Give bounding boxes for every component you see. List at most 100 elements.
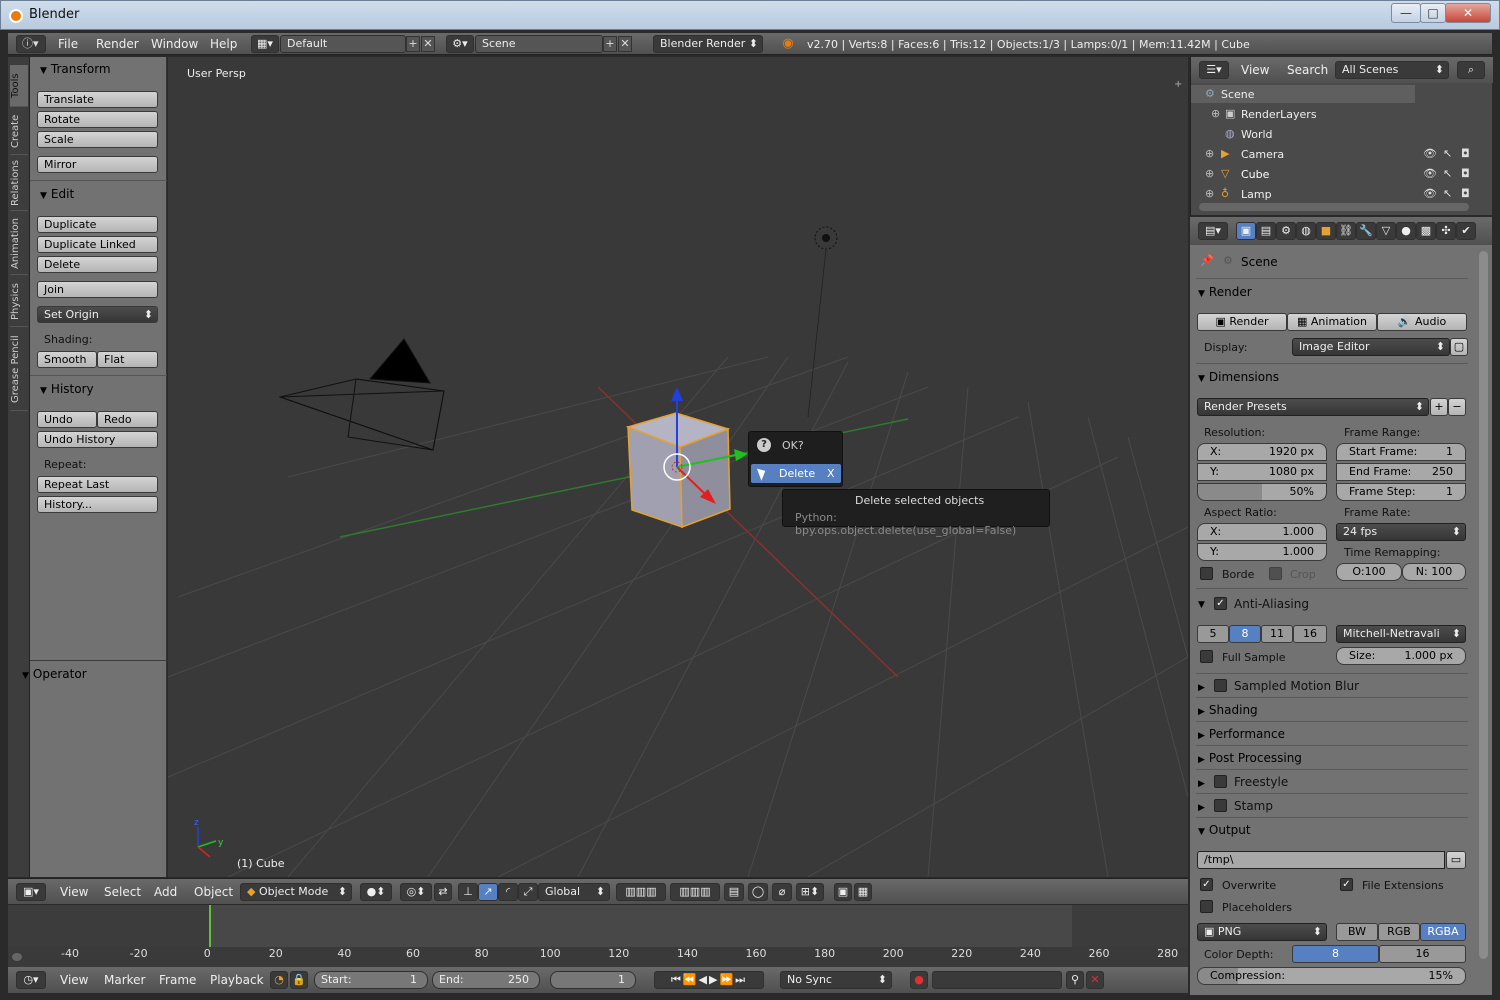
remove-scene-icon[interactable]: ✕ bbox=[618, 36, 632, 52]
outliner-row-lamp[interactable]: ⊕ ♁ Lamp 👁 ↖ ◘ bbox=[1191, 185, 1477, 201]
shading-panel-header[interactable]: ▶ Shading bbox=[1198, 703, 1258, 717]
menu-render[interactable]: Render bbox=[96, 37, 139, 51]
visibility-eye-icon[interactable]: 👁 bbox=[1423, 187, 1437, 200]
aa-panel-header[interactable]: ▼ bbox=[1198, 596, 1209, 610]
tab-tools[interactable]: Tools bbox=[10, 65, 28, 107]
editor-type-outliner-icon[interactable]: ☰▾ bbox=[1199, 61, 1229, 79]
redo-button[interactable]: Redo bbox=[97, 411, 158, 428]
outliner-row-camera[interactable]: ⊕ ▶ Camera 👁 ↖ ◘ bbox=[1191, 145, 1477, 163]
snap-toggle-icon[interactable]: ⌀ bbox=[772, 883, 792, 901]
scale-button[interactable]: Scale bbox=[37, 131, 158, 148]
add-scene-icon[interactable]: + bbox=[603, 36, 617, 52]
dimensions-panel-header[interactable]: ▼ Dimensions bbox=[1198, 370, 1279, 384]
lock-layers-icon[interactable]: ▤ bbox=[724, 883, 744, 901]
expand-icon[interactable]: ⊕ bbox=[1205, 147, 1214, 160]
remove-preset-icon[interactable]: − bbox=[1448, 398, 1466, 416]
scene-selector-icon[interactable]: ⚙▾ bbox=[446, 35, 474, 53]
outliner-row-cube[interactable]: ⊕ ▽ Cube 👁 ↖ ◘ bbox=[1191, 165, 1477, 183]
add-preset-icon[interactable]: + bbox=[1430, 398, 1448, 416]
placeholders-checkbox[interactable] bbox=[1200, 900, 1213, 913]
lock-range-icon[interactable]: 🔒 bbox=[290, 971, 308, 989]
current-frame-marker[interactable] bbox=[209, 905, 211, 947]
join-button[interactable]: Join bbox=[37, 281, 158, 298]
performance-panel-header[interactable]: ▶ Performance bbox=[1198, 727, 1285, 741]
render-context-icon[interactable]: ▣ bbox=[1236, 222, 1256, 240]
data-context-icon[interactable]: ▽ bbox=[1376, 222, 1396, 240]
depth-8-button[interactable]: 8 bbox=[1292, 945, 1379, 963]
aa-size-field[interactable]: Size: 1.000 px bbox=[1336, 647, 1466, 665]
marker-menu[interactable]: Marker bbox=[104, 973, 145, 987]
smooth-button[interactable]: Smooth bbox=[37, 351, 97, 368]
proportional-icon[interactable]: ◯ bbox=[748, 883, 768, 901]
pivot-point-icon[interactable]: ◎⬍ bbox=[400, 883, 432, 901]
playback-menu[interactable]: Playback bbox=[210, 973, 264, 987]
close-button[interactable]: ✕ bbox=[1445, 3, 1491, 23]
history-button[interactable]: History... bbox=[37, 496, 158, 513]
camera-object[interactable] bbox=[278, 338, 445, 451]
transform-panel-header[interactable]: ▼ Transform bbox=[40, 62, 111, 76]
visibility-eye-icon[interactable]: 👁 bbox=[1423, 167, 1437, 180]
properties-scrollbar[interactable] bbox=[1479, 251, 1488, 959]
start-frame-prop[interactable]: Start Frame: 1 bbox=[1336, 443, 1466, 461]
translate-manipulator-icon[interactable]: ↗ bbox=[478, 883, 498, 901]
expand-icon[interactable]: ⊕ bbox=[1205, 187, 1214, 200]
select-menu[interactable]: Select bbox=[104, 885, 141, 899]
widget-toggle-icon[interactable]: ⇄ bbox=[434, 883, 452, 901]
remap-new-field[interactable]: N: 100 bbox=[1402, 563, 1466, 581]
render-camera-icon[interactable]: ◘ bbox=[1461, 187, 1470, 200]
file-format-select[interactable]: ▣ PNG ⬍ bbox=[1197, 923, 1327, 941]
outliner-search-icon[interactable]: ⌕ bbox=[1457, 61, 1485, 79]
particles-context-icon[interactable]: ✣ bbox=[1436, 222, 1456, 240]
display-mode-select[interactable]: All Scenes ⬍ bbox=[1335, 61, 1449, 79]
folder-icon[interactable]: ▭ bbox=[1446, 851, 1466, 869]
aspect-y-field[interactable]: Y: 1.000 bbox=[1197, 543, 1327, 561]
history-panel-header[interactable]: ▼ History bbox=[40, 382, 94, 396]
scene-context-icon[interactable]: ⚙ bbox=[1276, 222, 1296, 240]
aspect-x-field[interactable]: X: 1.000 bbox=[1197, 523, 1327, 541]
render-preview-icon[interactable]: ▣ bbox=[834, 883, 852, 901]
outliner-scrollbar[interactable] bbox=[1199, 203, 1469, 211]
remap-old-field[interactable]: O:100 bbox=[1336, 563, 1402, 581]
tab-physics[interactable]: Physics bbox=[10, 277, 28, 327]
aa-filter-select[interactable]: Mitchell-Netravali ⬍ bbox=[1336, 625, 1466, 643]
operator-panel-header[interactable]: ▼ Operator bbox=[22, 667, 87, 681]
visibility-eye-icon[interactable]: 👁 bbox=[1423, 147, 1437, 160]
frame-rate-select[interactable]: 24 fps ⬍ bbox=[1336, 523, 1466, 541]
outliner-view-menu[interactable]: View bbox=[1241, 63, 1269, 77]
rotate-manipulator-icon[interactable]: ◜ bbox=[498, 883, 518, 901]
layout-selector-icon[interactable]: ▦▾ bbox=[251, 35, 279, 53]
motion-blur-checkbox[interactable] bbox=[1214, 679, 1227, 692]
render-panel-header[interactable]: ▼ Render bbox=[1198, 285, 1252, 299]
editor-type-3d-icon[interactable]: ▣▾ bbox=[16, 883, 46, 901]
sync-select[interactable]: No Sync ⬍ bbox=[780, 971, 892, 989]
delete-keyframe-icon[interactable]: ✕ bbox=[1086, 971, 1104, 989]
outliner-row-world[interactable]: ◍ World bbox=[1191, 125, 1477, 143]
selectable-arrow-icon[interactable]: ↖ bbox=[1443, 187, 1452, 200]
scene-field[interactable]: Scene bbox=[475, 35, 603, 53]
frame-step-prop[interactable]: Frame Step: 1 bbox=[1336, 483, 1466, 501]
edit-panel-header[interactable]: ▼ Edit bbox=[40, 187, 74, 201]
material-context-icon[interactable]: ● bbox=[1396, 222, 1416, 240]
border-checkbox[interactable] bbox=[1200, 567, 1213, 580]
undo-history-button[interactable]: Undo History bbox=[37, 431, 158, 448]
end-frame-prop[interactable]: End Frame: 250 bbox=[1336, 463, 1466, 481]
lock-interface-icon[interactable]: ▢ bbox=[1450, 338, 1468, 356]
selectable-arrow-icon[interactable]: ↖ bbox=[1443, 167, 1452, 180]
layout-field[interactable]: Default bbox=[280, 35, 406, 53]
orientation-select[interactable]: Global ⬍ bbox=[538, 883, 610, 901]
stamp-checkbox[interactable] bbox=[1214, 799, 1227, 812]
menu-file[interactable]: File bbox=[58, 37, 78, 51]
editor-type-info-icon[interactable]: ⓘ▾ bbox=[16, 35, 46, 53]
post-processing-panel-header[interactable]: ▶ Post Processing bbox=[1198, 751, 1302, 765]
tab-create[interactable]: Create bbox=[10, 109, 28, 155]
scale-manipulator-icon[interactable]: ⤢ bbox=[518, 883, 538, 901]
3d-viewport[interactable]: z y User Persp (1) Cube + ? OK? Delete X… bbox=[168, 57, 1188, 877]
keying-set-field[interactable] bbox=[932, 971, 1062, 989]
insert-keyframe-icon[interactable]: ⚲ bbox=[1066, 971, 1084, 989]
aa-sample-8[interactable]: 8 bbox=[1229, 625, 1261, 643]
motion-blur-panel-header[interactable]: ▶ bbox=[1198, 679, 1209, 693]
current-frame-field[interactable]: 1 bbox=[550, 971, 636, 989]
display-select[interactable]: Image Editor ⬍ bbox=[1292, 338, 1450, 356]
add-menu[interactable]: Add bbox=[154, 885, 177, 899]
color-bw-button[interactable]: BW bbox=[1336, 923, 1378, 941]
